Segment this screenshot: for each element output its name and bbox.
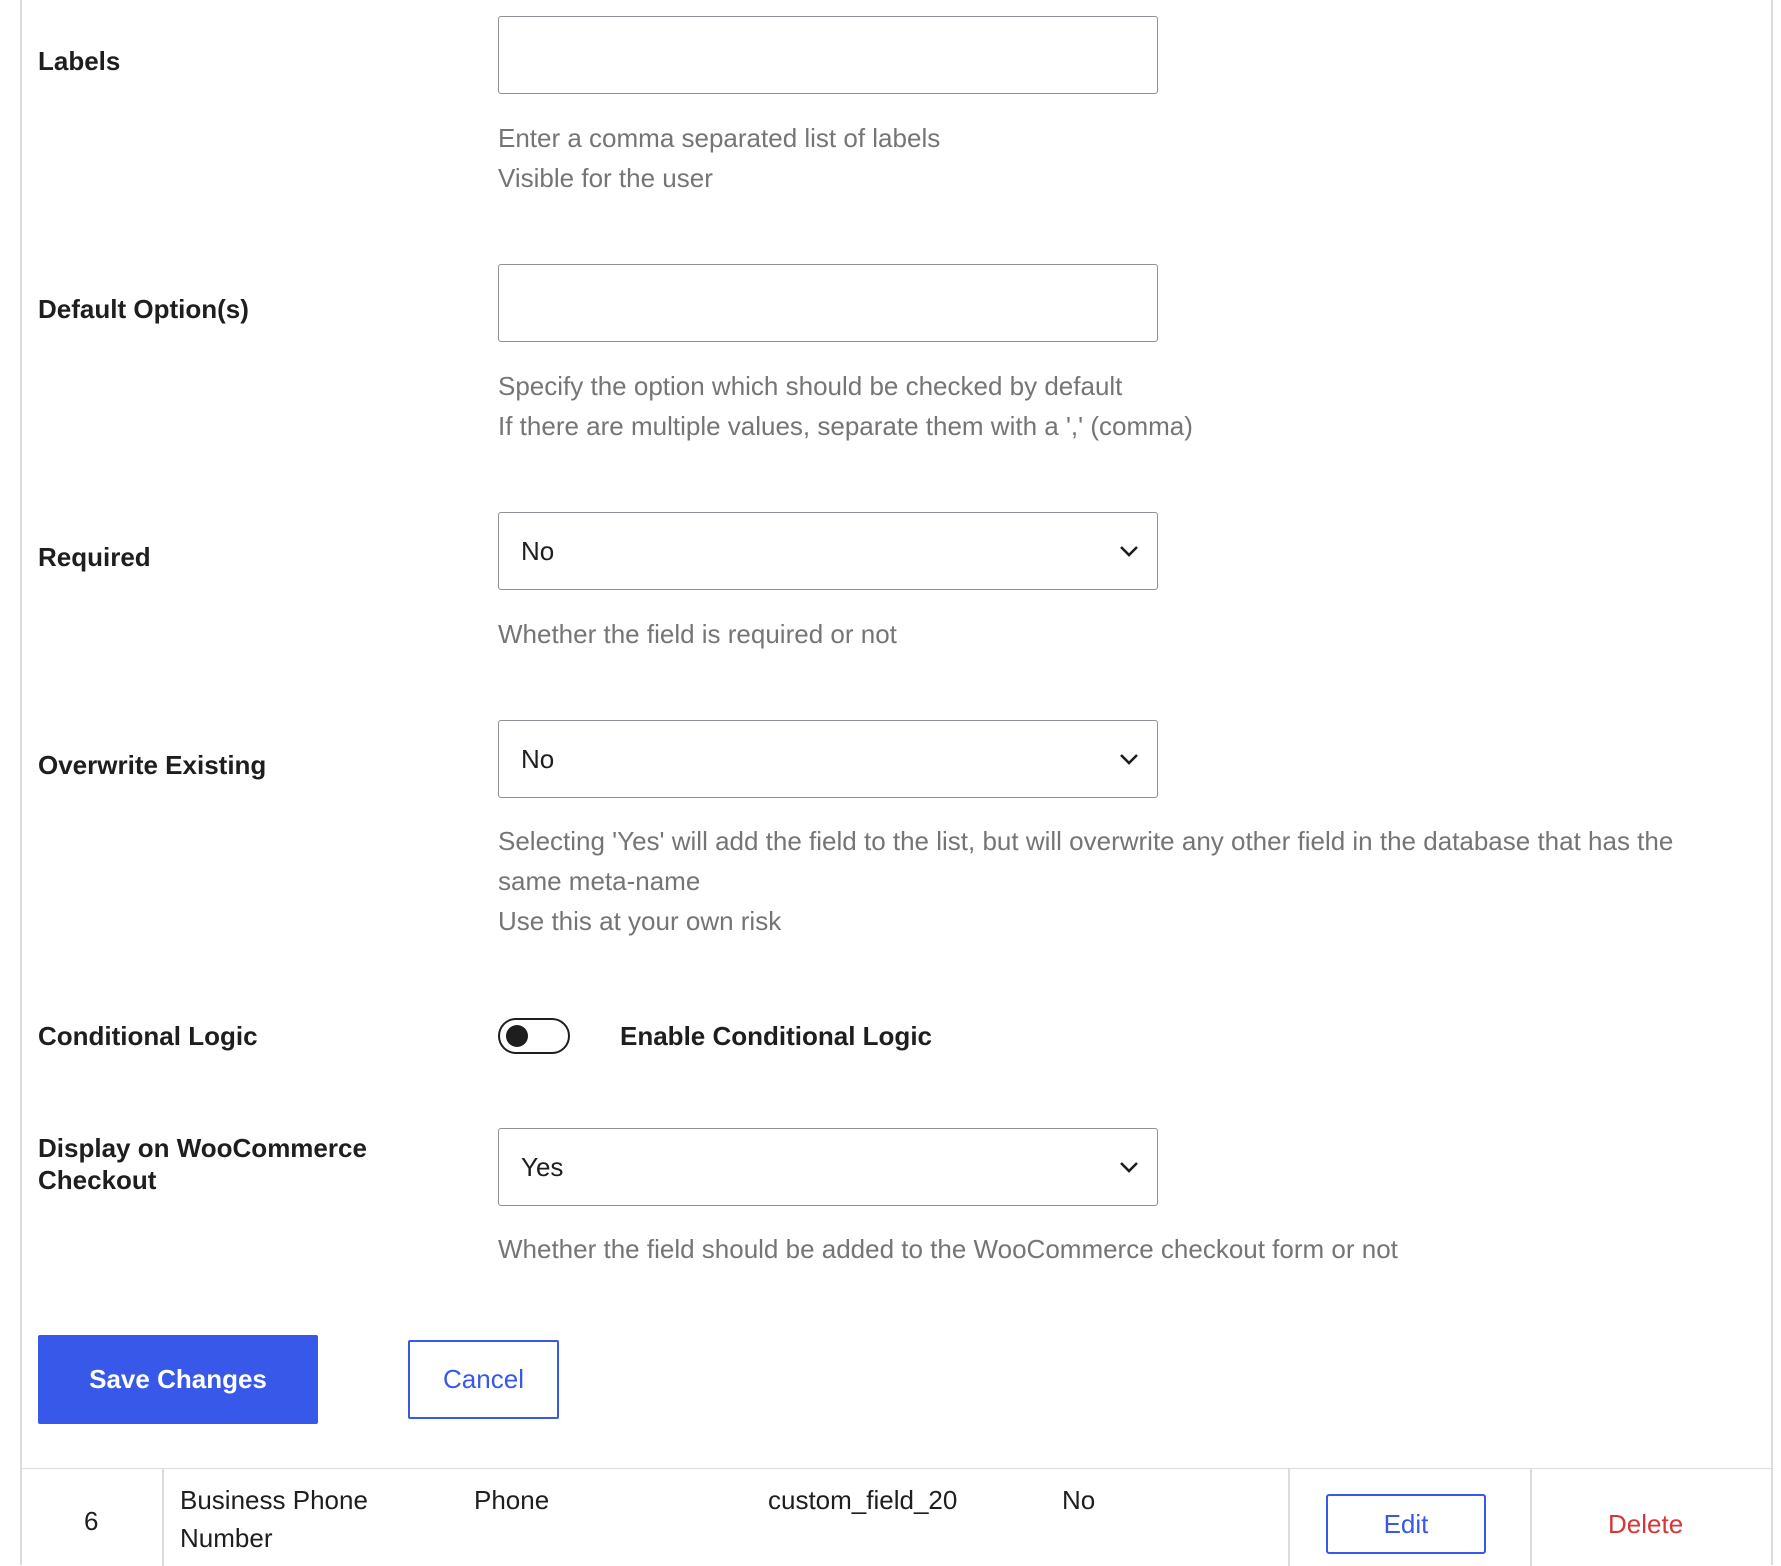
conditional-logic-toggle-label[interactable]: Enable Conditional Logic [620, 1020, 932, 1052]
row-meta-name: custom_field_20 [768, 1485, 958, 1515]
toggle-knob [506, 1025, 528, 1047]
chevron-down-icon [1120, 1162, 1138, 1173]
labels-help-line-1: Enter a comma separated list of labels [498, 123, 941, 153]
default-options-label: Default Option(s) [38, 294, 249, 324]
overwrite-existing-select-value: No [521, 744, 555, 774]
column-divider [162, 1469, 164, 1566]
row-title-line-2: Number [180, 1523, 273, 1553]
row-id: 6 [84, 1506, 99, 1536]
woocommerce-checkout-label-line-2: Checkout [38, 1165, 157, 1195]
edit-button[interactable]: Edit [1326, 1494, 1486, 1554]
woocommerce-checkout-label: Display on WooCommerce Checkout [38, 1132, 418, 1196]
column-divider [1530, 1469, 1532, 1566]
labels-field-wrapper [498, 16, 1158, 94]
overwrite-existing-help-line-2: same meta-name [498, 866, 701, 896]
woocommerce-checkout-label-line-1: Display on WooCommerce [38, 1133, 367, 1163]
labels-help: Enter a comma separated list of labels V… [498, 118, 940, 198]
overwrite-existing-help-line-3: Use this at your own risk [498, 906, 782, 936]
default-options-help: Specify the option which should be check… [498, 366, 1193, 446]
woocommerce-checkout-select-value: Yes [521, 1152, 564, 1182]
conditional-logic-toggle[interactable] [498, 1018, 570, 1054]
woocommerce-checkout-help: Whether the field should be added to the… [498, 1229, 1398, 1269]
save-changes-button[interactable]: Save Changes [38, 1335, 318, 1424]
column-divider [1288, 1469, 1290, 1566]
required-label: Required [38, 542, 151, 572]
cancel-button[interactable]: Cancel [408, 1340, 559, 1419]
overwrite-existing-help-line-1: Selecting 'Yes' will add the field to th… [498, 826, 1674, 856]
default-options-field-wrapper [498, 264, 1158, 342]
chevron-down-icon [1120, 754, 1138, 765]
required-select-value: No [521, 536, 555, 566]
woocommerce-checkout-help-line-1: Whether the field should be added to the… [498, 1234, 1398, 1264]
row-type: Phone [474, 1485, 550, 1515]
row-title: Business Phone Number [180, 1481, 368, 1557]
default-options-input[interactable] [499, 265, 1157, 341]
labels-input[interactable] [499, 17, 1157, 93]
chevron-down-icon [1120, 546, 1138, 557]
delete-link[interactable]: Delete [1608, 1504, 1683, 1544]
table-row: 6 Business Phone Number Phone custom_fie… [20, 1468, 1773, 1566]
required-select[interactable]: No [498, 512, 1158, 590]
default-options-help-line-2: If there are multiple values, separate t… [498, 411, 1193, 441]
labels-label: Labels [38, 46, 121, 76]
labels-help-line-2: Visible for the user [498, 163, 713, 193]
required-help: Whether the field is required or not [498, 614, 897, 654]
row-required: No [1062, 1485, 1096, 1515]
overwrite-existing-select[interactable]: No [498, 720, 1158, 798]
woocommerce-checkout-select[interactable]: Yes [498, 1128, 1158, 1206]
default-options-help-line-1: Specify the option which should be check… [498, 371, 1123, 401]
overwrite-existing-label: Overwrite Existing [38, 750, 267, 780]
row-title-line-1: Business Phone [180, 1485, 368, 1515]
conditional-logic-label: Conditional Logic [38, 1021, 258, 1051]
required-help-line-1: Whether the field is required or not [498, 619, 897, 649]
overwrite-existing-help: Selecting 'Yes' will add the field to th… [498, 821, 1673, 941]
